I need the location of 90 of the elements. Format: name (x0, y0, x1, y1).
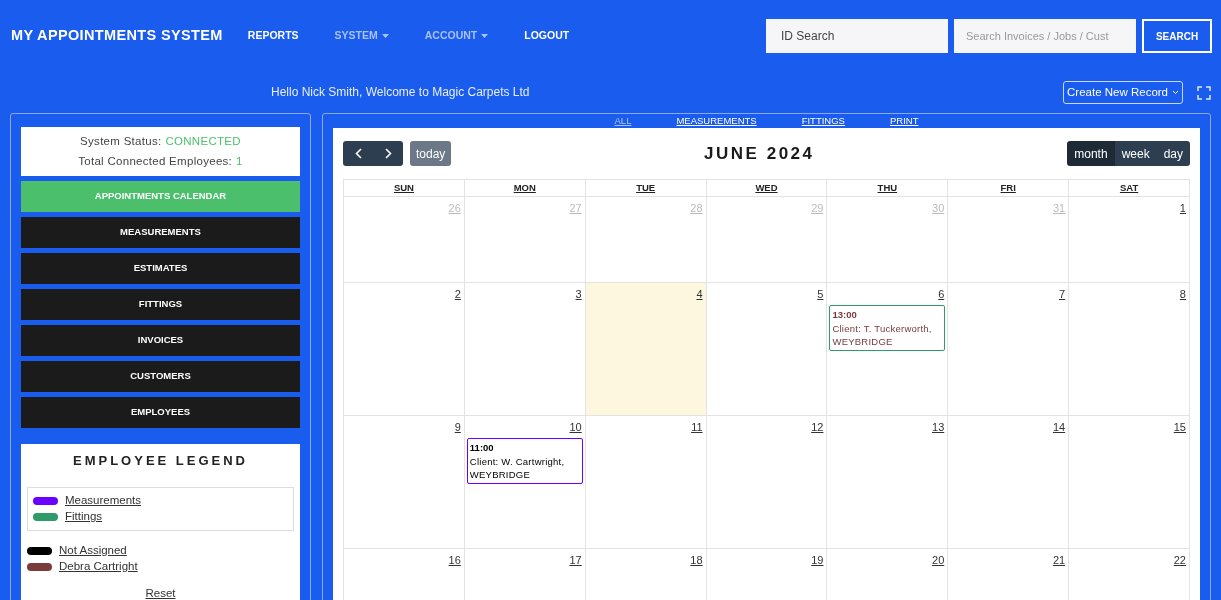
day-number[interactable]: 17 (569, 552, 582, 569)
day-number[interactable]: 3 (575, 286, 582, 303)
day-number[interactable]: 15 (1173, 419, 1186, 436)
employees-count: 1 (236, 154, 243, 169)
caret-icon (381, 34, 389, 38)
event-time: 13:00 (832, 307, 858, 322)
day-number[interactable]: 11 (691, 419, 703, 436)
nav-link[interactable]: LOGOUT (524, 28, 570, 44)
day-number[interactable]: 20 (932, 552, 945, 569)
day-cell[interactable]: 13 (827, 416, 949, 550)
day-number[interactable]: 10 (569, 419, 582, 436)
calendar-title: JUNE 2024 (704, 143, 815, 165)
event-description: Client: T. Tuckerworth, WEYBRIDGE (832, 322, 933, 348)
day-cell[interactable]: 12 (706, 416, 828, 550)
chevron-right-icon (384, 148, 392, 160)
weekday-header: MON (513, 181, 536, 196)
day-number[interactable]: 19 (811, 552, 824, 569)
day-number[interactable]: 21 (1052, 552, 1066, 569)
weekday-header: SAT (1119, 181, 1139, 196)
search-button[interactable]: SEARCH (1142, 19, 1212, 53)
view-toggle[interactable]: day (1156, 141, 1190, 167)
legend-link[interactable]: Fittings (65, 507, 103, 526)
day-number[interactable]: 1 (1179, 200, 1186, 217)
previous-button[interactable] (343, 141, 373, 167)
day-cell[interactable]: 7 (948, 283, 1070, 417)
view-toggle[interactable]: week (1114, 141, 1157, 167)
filter-tab[interactable]: PRINT (889, 114, 919, 129)
chevron-down-icon (1172, 90, 1179, 95)
nav-link[interactable]: REPORTS (247, 28, 299, 44)
today-button[interactable]: today (410, 141, 452, 167)
day-cell[interactable]: 8 (1069, 283, 1190, 417)
next-button[interactable] (373, 141, 403, 167)
weekday-header: THU (877, 181, 898, 196)
weekday-header: SUN (393, 181, 414, 196)
day-number[interactable]: 14 (1052, 419, 1066, 436)
sidebar-menu-button[interactable]: FITTINGS (21, 289, 300, 320)
weekday-header: TUE (636, 181, 656, 196)
day-number[interactable]: 18 (690, 552, 703, 569)
event-description: Client: W. Cartwright, WEYBRIDGE (469, 455, 566, 481)
day-cell[interactable]: 9 (344, 416, 465, 550)
calendar-event[interactable]: 13:00 Client: T. Tuckerworth, WEYBRIDGE (829, 304, 946, 351)
day-number[interactable]: 8 (1179, 286, 1186, 303)
day-number[interactable]: 13 (932, 419, 945, 436)
event-time: 11:00 (469, 440, 495, 455)
sidebar-menu-button[interactable]: CUSTOMERS (21, 361, 300, 392)
day-cell[interactable]: 5 (706, 283, 828, 417)
day-number[interactable]: 16 (448, 552, 461, 569)
calendar-event[interactable]: 11:00 Client: W. Cartwright, WEYBRIDGE (466, 437, 583, 484)
view-toggle[interactable]: month (1067, 141, 1115, 167)
day-number[interactable]: 9 (454, 419, 461, 436)
legend-link[interactable]: Not Assigned (59, 541, 127, 560)
legend-link[interactable]: Debra Cartright (59, 557, 138, 576)
app-title: MY APPOINTMENTS SYSTEM (11, 26, 223, 46)
day-number[interactable]: 5 (817, 286, 824, 303)
legend-title: EMPLOYEE LEGEND (72, 452, 249, 470)
day-cell[interactable]: 10 11:00 Client: W. Cartwright, WEYBRIDGE (464, 416, 586, 550)
sidebar-menu-button[interactable]: ESTIMATES (21, 253, 300, 284)
day-number[interactable]: 12 (811, 419, 824, 436)
chevron-left-icon (354, 148, 362, 160)
day-cell[interactable]: 14 (948, 416, 1070, 550)
greeting-text: Hello Nick Smith, Welcome to Magic Carpets Ltd (271, 83, 530, 101)
employees-label: Total Connected Employees: (78, 154, 233, 169)
id-search-field[interactable]: ID Search (766, 19, 948, 53)
sidebar-menu-button[interactable]: MEASUREMENTS (21, 217, 300, 248)
fullscreen-icon[interactable] (1197, 85, 1211, 100)
legend-link[interactable]: Measurements (65, 491, 142, 510)
filter-tab[interactable]: FITTINGS (801, 114, 845, 129)
sidebar-menu-button[interactable]: INVOICES (21, 325, 300, 356)
day-cell[interactable]: 4 (585, 283, 707, 417)
day-cell[interactable]: 15 (1069, 416, 1190, 550)
day-cell[interactable]: 2 (344, 283, 465, 417)
day-number[interactable]: 22 (1173, 552, 1186, 569)
filter-tab[interactable]: MEASUREMENTS (676, 114, 757, 129)
weekday-header: WED (755, 181, 778, 196)
reset-link[interactable]: Reset (145, 584, 176, 600)
day-number[interactable]: 7 (1059, 286, 1066, 303)
create-record-dropdown[interactable]: Create New Record (1063, 81, 1183, 104)
day-number[interactable]: 2 (454, 286, 461, 303)
day-number[interactable]: 6 (938, 286, 945, 303)
sidebar-menu-button[interactable]: EMPLOYEES (21, 397, 300, 428)
day-cell[interactable]: 11 (585, 416, 707, 550)
day-cell[interactable]: 6 13:00 Client: T. Tuckerworth, WEYBRIDGE (827, 283, 949, 417)
weekday-header: FRI (1000, 181, 1016, 196)
caret-icon (481, 34, 489, 38)
day-cell[interactable]: 3 (464, 283, 586, 417)
status-label: System Status: (80, 133, 162, 149)
search-field[interactable]: Search Invoices / Jobs / Cust (954, 19, 1136, 53)
status-value: CONNECTED (165, 133, 241, 149)
day-number[interactable]: 4 (696, 286, 703, 303)
day-cell[interactable]: 1 (1069, 197, 1190, 284)
